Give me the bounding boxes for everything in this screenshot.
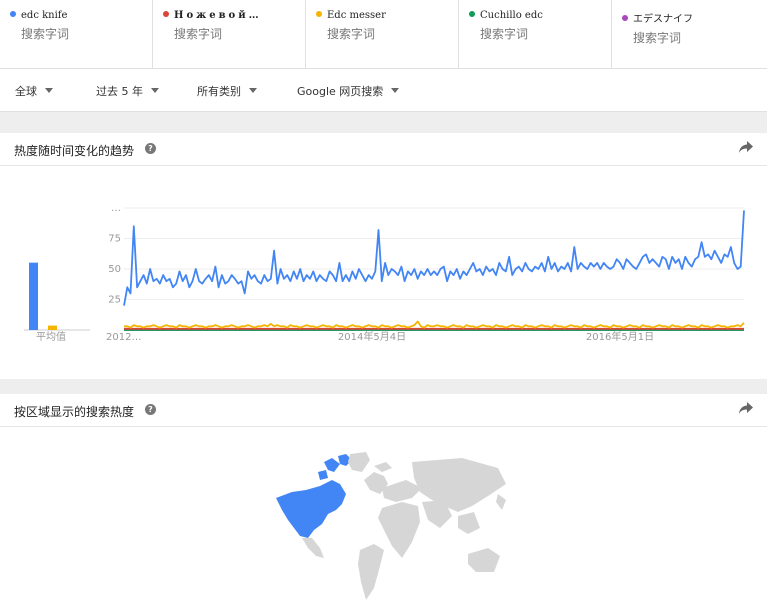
time-range-label: 过去 5 年: [96, 85, 143, 98]
y-axis-labels: … 75 50 25: [108, 203, 121, 306]
term-name: Cuchillo edc: [480, 10, 543, 21]
term-type-label: 搜索字词: [480, 27, 529, 41]
series-line-edc-knife: [123, 210, 745, 306]
term-card-3[interactable]: Edc messer 搜索字词: [306, 0, 459, 68]
other-countries: [358, 458, 506, 600]
term-type-label: 搜索字词: [633, 31, 682, 45]
term-type-label: 搜索字词: [174, 27, 223, 41]
term-card-4[interactable]: Cuchillo edc 搜索字词: [459, 0, 612, 68]
term-color-dot: [10, 11, 16, 17]
chart-gridlines: [124, 207, 744, 331]
chevron-down-icon: [249, 88, 257, 93]
average-bar: [48, 325, 57, 330]
x-tick-label: 2012…: [106, 332, 141, 343]
section-divider: [0, 379, 767, 394]
section-divider: [0, 112, 767, 133]
term-color-dot: [469, 11, 475, 17]
share-icon[interactable]: [739, 141, 753, 153]
chevron-down-icon: [391, 88, 400, 93]
category-dropdown[interactable]: 所有类别: [197, 83, 257, 99]
average-bar: [29, 262, 38, 330]
series-line-edc-messer: [124, 320, 745, 329]
chevron-down-icon: [45, 88, 53, 93]
trend-card-header: 热度随时间变化的趋势 ?: [0, 133, 767, 166]
term-name: Ножевой…: [174, 10, 262, 21]
term-color-dot: [622, 15, 628, 21]
term-name: Edc messer: [327, 10, 386, 21]
term-color-dot: [163, 11, 169, 17]
x-axis-labels: 2012… 2014年5月4日 2016年5月1日: [106, 330, 654, 343]
term-name: edc knife: [21, 10, 68, 21]
share-icon[interactable]: [739, 402, 753, 414]
filter-bar: 全球 过去 5 年 所有类别 Google 网页搜索: [0, 69, 767, 112]
term-name: エデスナイフ: [633, 14, 693, 25]
term-card-2[interactable]: Ножевой… 搜索字词: [153, 0, 306, 68]
chevron-down-icon: [151, 88, 159, 93]
world-map[interactable]: [262, 450, 512, 600]
trend-title: 热度随时间变化的趋势: [14, 144, 135, 158]
term-type-label: 搜索字词: [327, 27, 376, 41]
y-tick-label: …: [111, 203, 121, 214]
y-tick-label: 50: [108, 264, 121, 275]
series-lines: [123, 210, 745, 331]
y-tick-label: 25: [108, 295, 121, 306]
search-property-dropdown[interactable]: Google 网页搜索: [297, 83, 400, 99]
term-card-5[interactable]: エデスナイフ 搜索字词: [612, 0, 767, 68]
y-tick-label: 75: [108, 234, 121, 245]
term-type-label: 搜索字词: [21, 27, 70, 41]
region-title: 按区域显示的搜索热度: [14, 405, 135, 419]
average-bars: 平均值: [24, 262, 90, 343]
region-dropdown[interactable]: 全球: [15, 83, 53, 99]
region-card-header: 按区域显示的搜索热度 ?: [0, 394, 767, 427]
term-color-dot: [316, 11, 322, 17]
term-card-1[interactable]: edc knife 搜索字词: [0, 0, 153, 68]
region-label: 全球: [15, 85, 37, 98]
search-terms-bar: edc knife 搜索字词 Ножевой… 搜索字词 Edc messer …: [0, 0, 767, 69]
help-icon[interactable]: ?: [145, 404, 156, 415]
category-label: 所有类别: [197, 85, 241, 98]
help-icon[interactable]: ?: [145, 143, 156, 154]
trend-chart: 平均值 … 75 50 25 2012… 2014年5月4日 2016年5月1日: [24, 203, 745, 343]
time-range-dropdown[interactable]: 过去 5 年: [96, 83, 159, 99]
average-label: 平均值: [36, 330, 66, 343]
highlighted-region: [276, 454, 352, 538]
search-property-label: Google 网页搜索: [297, 85, 384, 98]
